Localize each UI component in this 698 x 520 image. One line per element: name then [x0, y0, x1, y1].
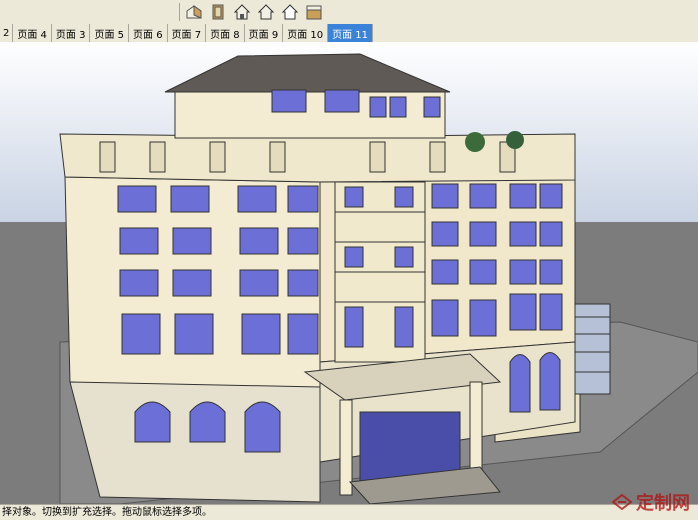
standard-views-group	[183, 1, 325, 23]
toolbar-separator	[179, 3, 180, 21]
scene-tab[interactable]: 页面 8	[206, 24, 245, 42]
house-left-icon	[306, 5, 322, 20]
watermark-text: 定制网	[636, 493, 690, 514]
status-text: 择对象。切换到扩充选择。拖动鼠标选择多项。	[2, 507, 212, 518]
building-model	[0, 42, 698, 504]
scene-tab[interactable]: 页面 3	[52, 24, 91, 42]
house-back-icon	[281, 4, 299, 20]
left-view-button[interactable]	[303, 1, 325, 23]
scene-tab[interactable]: 页面 9	[245, 24, 284, 42]
house-right-icon	[257, 4, 275, 20]
roof-tree	[465, 132, 485, 152]
scene-tab[interactable]: 页面 10	[283, 24, 329, 42]
toolbar	[0, 0, 698, 25]
scene-tab-active[interactable]: 页面 11	[328, 24, 374, 42]
back-view-button[interactable]	[279, 1, 301, 23]
house-iso-icon	[186, 5, 202, 19]
scene-tab[interactable]: 页面 5	[90, 24, 130, 42]
house-top-icon	[212, 4, 224, 20]
house-front-icon	[233, 4, 251, 20]
model-viewport[interactable]	[0, 42, 698, 504]
scene-tab[interactable]: 页面 4	[13, 24, 52, 42]
scene-tab[interactable]: 2	[0, 24, 14, 42]
scene-tab[interactable]: 页面 6	[129, 24, 168, 42]
iso-view-button[interactable]	[183, 1, 205, 23]
logo-icon	[612, 494, 632, 510]
front-view-button[interactable]	[231, 1, 253, 23]
roof-terrace	[59, 133, 576, 183]
status-bar: 择对象。切换到扩充选择。拖动鼠标选择多项。	[0, 504, 698, 519]
roof-tree	[506, 131, 524, 149]
scene-tabs: 2 页面 4 页面 3 页面 5 页面 6 页面 7 页面 8 页面 9 页面 …	[0, 24, 698, 43]
watermark: 定制网	[612, 489, 690, 515]
right-view-button[interactable]	[255, 1, 277, 23]
top-view-button[interactable]	[207, 1, 229, 23]
scene-tab[interactable]: 页面 7	[168, 24, 207, 42]
